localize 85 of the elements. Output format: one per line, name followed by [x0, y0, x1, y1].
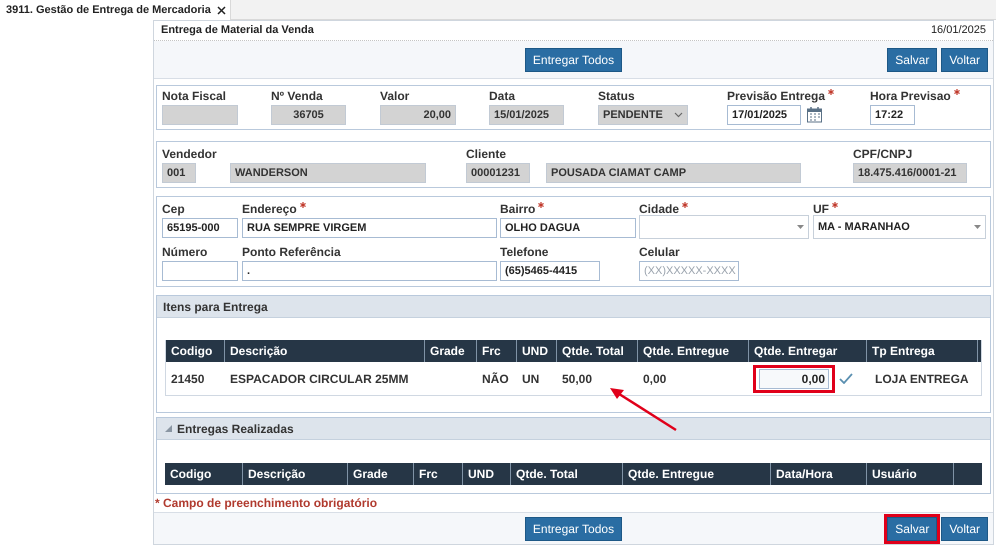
section-header: Itens para Entrega [157, 296, 990, 318]
date-text: 16/01/2025 [930, 23, 986, 38]
table-cell-text: ESPACADOR CIRCULAR 25MM [229, 370, 410, 388]
section-header[interactable]: Entregas Realizadas [157, 418, 990, 440]
field-label: Celular [639, 246, 680, 258]
input-field[interactable]: RUA SEMPRE VIRGEM [242, 218, 497, 238]
panel-title: Entrega de Material da Venda [161, 23, 314, 38]
column-header: UND [463, 463, 511, 486]
column-header: Qtde. Entregar [749, 340, 867, 362]
input-field: POUSADA CIAMAT CAMP [546, 163, 801, 184]
column-header: Descrição [225, 340, 425, 362]
field-label: Nº Venda [271, 90, 323, 102]
table-cell-text: NÃO [481, 370, 510, 388]
table-cell-text: UN [521, 370, 540, 388]
column-header: Qtde. Entregue [638, 340, 749, 362]
action-button[interactable]: Entregar Todos [524, 48, 622, 72]
column-header: Grade [425, 340, 477, 362]
input-field[interactable] [162, 261, 238, 282]
section-title: Entregas Realizadas [177, 420, 294, 438]
column-header: UND [517, 340, 557, 362]
field-label: Valor [380, 90, 410, 102]
input-field: 36705 [271, 105, 346, 126]
field-label: Hora Previsao [870, 90, 951, 102]
column-header: Descrição [243, 463, 348, 486]
field-label: Cliente [466, 148, 506, 160]
action-button[interactable]: Salvar [887, 48, 938, 72]
table-cell-text: 0,00 [642, 370, 668, 388]
input-field[interactable]: OLHO DAGUA [500, 218, 636, 238]
column-header: Usuário [867, 463, 954, 486]
table-cell-text: 21450 [170, 370, 206, 388]
close-icon[interactable] [216, 6, 226, 14]
field-label: Vendedor [162, 148, 217, 160]
column-header: Tp Entrega [867, 340, 978, 362]
input-field[interactable]: 17:22 [870, 105, 915, 126]
annotation-arrow [610, 388, 677, 432]
action-button[interactable]: Entregar Todos [524, 516, 622, 541]
input-field: 15/01/2025 [489, 105, 564, 126]
input-field: 001 [162, 163, 196, 184]
column-header: Qtde. Entregue [623, 463, 771, 486]
field-label: Número [162, 246, 208, 258]
field-label: Previsão Entrega [727, 90, 826, 102]
field-label: Cep [162, 203, 185, 216]
field-label: Telefone [500, 246, 548, 258]
select-field[interactable]: MA - MARANHAO [813, 215, 986, 240]
dropdown-arrow-icon [797, 225, 804, 230]
input-field: 20,00 [380, 105, 456, 126]
field-label: CPF/CNPJ [853, 148, 912, 160]
column-header: Qtde. Total [511, 463, 623, 486]
column-header: Frc [414, 463, 463, 486]
select-field: PENDENTE [598, 105, 688, 126]
select-field[interactable] [639, 215, 809, 240]
input-field: WANDERSON [230, 163, 426, 184]
field-label: Status [598, 90, 635, 102]
field-label: Endereço [242, 203, 297, 216]
field-label: Cidade [639, 203, 680, 216]
input-field[interactable]: . [242, 261, 497, 282]
action-button[interactable]: Salvar [887, 516, 938, 541]
field-label: Data [489, 90, 516, 102]
check-icon [839, 373, 853, 384]
field-label: Bairro [500, 203, 536, 216]
tab[interactable]: 3911. Gestão de Entrega de Mercadoria [0, 0, 231, 20]
column-header: Codigo [166, 340, 225, 362]
column-header: Qtde. Total [557, 340, 638, 362]
dropdown-arrow-icon [974, 225, 981, 230]
action-button[interactable]: Voltar [941, 48, 988, 72]
table-cell-text: 50,00 [561, 370, 594, 388]
field-label: UF [813, 203, 829, 216]
input-field[interactable]: 17/01/2025 [727, 105, 801, 126]
calendar-icon[interactable] [807, 107, 822, 124]
required-note: * Campo de preenchimento obrigatório [154, 495, 378, 512]
field-label: Ponto Referência [242, 246, 341, 258]
input-field: 00001231 [466, 163, 530, 184]
quantity-field[interactable]: 0,00 [753, 364, 835, 393]
column-header: Data/Hora [771, 463, 867, 486]
table-cell-text: LOJA ENTREGA [874, 370, 970, 388]
input-field[interactable]: 65195-000 [162, 218, 238, 238]
chevron-down-icon [674, 112, 683, 118]
input-field[interactable]: (65)5465-4415 [500, 261, 600, 282]
input-field: 18.475.416/0001-21 [853, 163, 967, 184]
column-header: Codigo [165, 463, 243, 486]
action-button[interactable]: Voltar [941, 516, 988, 541]
field-label: Nota Fiscal [162, 90, 226, 102]
column-header: Grade [348, 463, 414, 486]
column-header: Frc [477, 340, 517, 362]
triangle-icon [165, 425, 172, 432]
